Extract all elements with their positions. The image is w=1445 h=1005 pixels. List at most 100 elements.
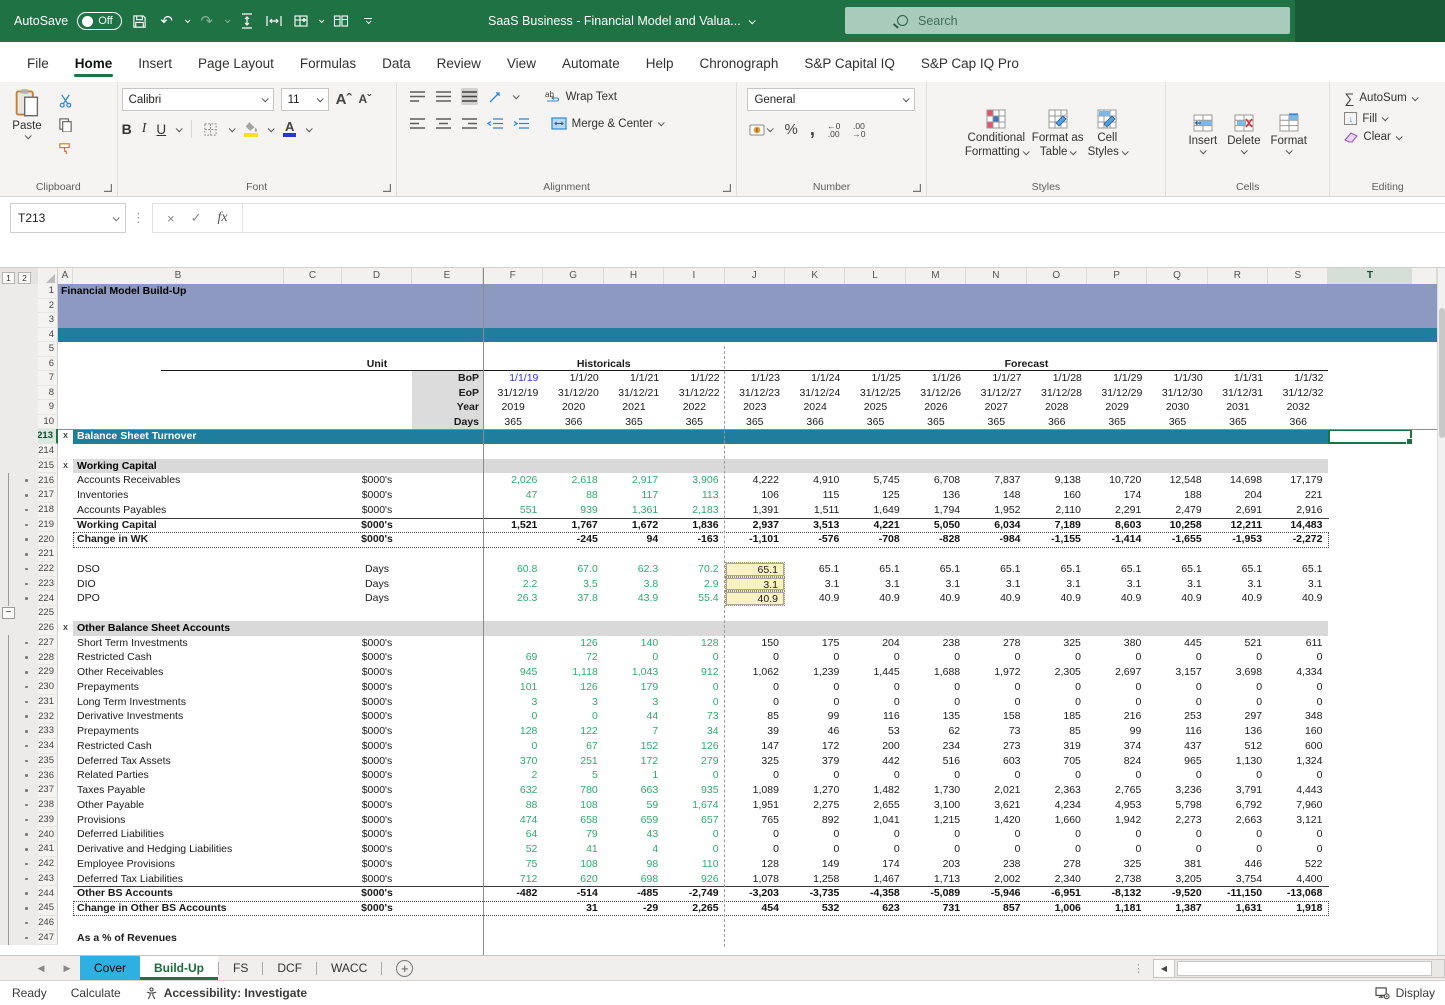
header-cell[interactable]: 2027 (966, 400, 1026, 415)
value-cell[interactable]: 2,265 (664, 901, 724, 916)
row-header-215[interactable]: 215 (38, 459, 58, 474)
value-cell[interactable]: 1,062 (725, 665, 785, 680)
row-header-227[interactable]: 227 (38, 636, 58, 651)
value-cell[interactable]: 1,713 (906, 872, 966, 887)
accessibility-status[interactable]: Accessibility: Investigate (133, 986, 319, 1000)
value-cell[interactable]: 3,906 (664, 473, 724, 488)
value-cell[interactable]: 10,720 (1087, 473, 1147, 488)
value-cell[interactable]: 370 (483, 754, 543, 769)
header-cell[interactable]: 366 (1268, 415, 1328, 430)
value-cell[interactable]: 59 (604, 798, 664, 813)
value-cell[interactable]: 251 (543, 754, 603, 769)
value-cell[interactable]: 657 (664, 813, 724, 828)
row-header-230[interactable]: 230 (38, 680, 58, 695)
header-cell[interactable]: 365 (845, 415, 905, 430)
value-cell[interactable]: 53 (845, 724, 905, 739)
value-cell[interactable]: 2,183 (664, 503, 724, 518)
value-cell[interactable]: 3 (604, 695, 664, 710)
value-cell[interactable]: 712 (483, 872, 543, 887)
unit-cell[interactable]: $000's (342, 636, 412, 651)
header-cell[interactable]: 2028 (1027, 400, 1087, 415)
value-cell[interactable]: 0 (664, 827, 724, 842)
font-family-select[interactable]: Calibri (122, 88, 274, 111)
unit-cell[interactable]: $000's (342, 827, 412, 842)
header-cell[interactable]: 1/1/25 (845, 371, 905, 386)
value-cell[interactable]: 824 (1087, 754, 1147, 769)
value-cell[interactable]: 659 (604, 813, 664, 828)
row-label[interactable]: Deferred Tax Liabilities (73, 872, 284, 887)
value-cell[interactable]: 216 (1087, 709, 1147, 724)
value-cell[interactable]: 2,479 (1147, 503, 1207, 518)
value-cell[interactable]: 0 (1208, 827, 1268, 842)
value-cell[interactable]: 2,937 (725, 518, 785, 533)
value-cell[interactable]: 0 (1027, 768, 1087, 783)
value-cell[interactable]: 2,291 (1087, 503, 1147, 518)
value-cell[interactable]: 1,688 (906, 665, 966, 680)
value-cell[interactable]: 40.9 (906, 591, 966, 606)
value-cell[interactable]: 3,698 (1208, 665, 1268, 680)
unit-cell[interactable]: $000's (342, 754, 412, 769)
header-cell[interactable]: 2031 (1208, 400, 1268, 415)
increase-font-icon[interactable]: Aˆ (336, 94, 352, 105)
value-cell[interactable]: 3.1 (1147, 577, 1207, 592)
value-cell[interactable]: 1,239 (785, 665, 845, 680)
value-cell[interactable]: 126 (664, 739, 724, 754)
value-cell[interactable]: 0 (1208, 768, 1268, 783)
row-label[interactable]: As a % of Revenues (73, 931, 284, 946)
value-cell[interactable]: 0 (1147, 650, 1207, 665)
document-title[interactable]: SaaS Business - Financial Model and Valu… (488, 0, 754, 42)
value-cell[interactable]: 43 (604, 827, 664, 842)
value-cell[interactable]: 40.9 (1087, 591, 1147, 606)
search-box[interactable] (845, 7, 1290, 34)
row-label[interactable]: Change in WK (73, 532, 284, 547)
row-header-217[interactable]: 217 (38, 488, 58, 503)
value-cell[interactable]: 65.1 (1147, 562, 1207, 577)
value-cell[interactable]: 0 (1147, 768, 1207, 783)
value-cell[interactable]: 1,387 (1147, 901, 1207, 916)
value-cell[interactable]: 94 (604, 532, 664, 547)
format-as-table-button[interactable]: Format as Table (1032, 88, 1084, 178)
value-cell[interactable]: 34 (664, 724, 724, 739)
borders-dropdown-icon[interactable] (229, 125, 236, 132)
value-cell[interactable]: 0 (604, 650, 664, 665)
value-cell[interactable]: 0 (725, 827, 785, 842)
sheet-tab-build-up[interactable]: Build-Up (140, 956, 218, 980)
sheet-nav-right-icon[interactable]: ▶ (54, 956, 80, 980)
autosum-button[interactable]: ∑ AutoSum (1344, 90, 1441, 106)
value-cell[interactable]: 0 (483, 709, 543, 724)
value-cell[interactable]: 64 (483, 827, 543, 842)
header-cell[interactable]: 1/1/21 (604, 371, 664, 386)
value-cell[interactable]: 7,960 (1268, 798, 1328, 813)
wrap-text-button[interactable]: ab Wrap Text (545, 90, 617, 104)
number-dialog-launcher[interactable] (913, 184, 921, 192)
value-cell[interactable]: 135 (906, 709, 966, 724)
value-cell[interactable]: 67.0 (543, 562, 603, 577)
split-table-icon[interactable] (332, 12, 350, 30)
value-cell[interactable]: 705 (1027, 754, 1087, 769)
cancel-icon[interactable]: × (167, 211, 175, 226)
unit-cell[interactable]: $000's (342, 695, 412, 710)
value-cell[interactable]: 73 (664, 709, 724, 724)
value-cell[interactable]: 516 (906, 754, 966, 769)
value-cell[interactable]: 0 (906, 842, 966, 857)
value-cell[interactable]: 0 (1087, 827, 1147, 842)
row-header-237[interactable]: 237 (38, 783, 58, 798)
header-cell[interactable]: 2022 (664, 400, 724, 415)
value-cell[interactable]: 381 (1147, 857, 1207, 872)
row-header-223[interactable]: 223 (38, 577, 58, 592)
row-label[interactable]: Taxes Payable (73, 783, 284, 798)
value-cell[interactable]: 9,138 (1027, 473, 1087, 488)
value-cell[interactable]: -1,101 (725, 532, 785, 547)
value-cell[interactable]: 0 (1208, 842, 1268, 857)
value-cell[interactable]: 88 (483, 798, 543, 813)
unit-cell[interactable]: $000's (342, 680, 412, 695)
value-cell[interactable]: 152 (604, 739, 664, 754)
value-cell[interactable]: 0 (1027, 695, 1087, 710)
value-cell[interactable]: 40.9 (1208, 591, 1268, 606)
value-cell[interactable]: 0 (1208, 680, 1268, 695)
value-cell[interactable]: 110 (664, 857, 724, 872)
value-cell[interactable]: 0 (906, 650, 966, 665)
value-cell[interactable]: 238 (906, 636, 966, 651)
align-bottom-icon[interactable] (461, 88, 478, 105)
row-header-239[interactable]: 239 (38, 813, 58, 828)
